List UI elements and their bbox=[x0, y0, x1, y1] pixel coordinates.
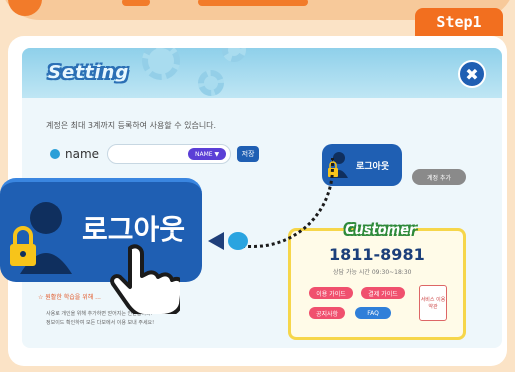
notice-button[interactable]: 공지사항 bbox=[309, 307, 345, 319]
name-input[interactable]: NAME ▼ bbox=[107, 144, 232, 164]
top-decor-bar bbox=[198, 0, 308, 6]
name-label: name bbox=[65, 147, 100, 161]
customer-title: Customer bbox=[345, 223, 416, 238]
gear-icon bbox=[198, 70, 224, 96]
name-chip[interactable]: NAME ▼ bbox=[188, 148, 227, 160]
add-account-button[interactable]: 계정 추가 bbox=[412, 169, 466, 185]
close-button[interactable]: ✖ bbox=[458, 60, 486, 88]
guide-button[interactable]: 이용 가이드 bbox=[309, 287, 353, 299]
radio-icon[interactable] bbox=[50, 149, 60, 159]
customer-box: Customer 1811-8981 상담 가능 시간 09:30~18:30 … bbox=[288, 223, 466, 340]
info-text-line: 정보이드 확인하여 모든 다보에서 이용 보내 주세요! bbox=[46, 320, 155, 326]
customer-phone: 1811-8981 bbox=[329, 245, 425, 264]
small-logout-button[interactable]: 로그아웃 bbox=[322, 144, 402, 186]
name-row: name NAME ▼ 저장 bbox=[50, 144, 260, 164]
character-icon bbox=[228, 232, 248, 250]
gear-icon bbox=[222, 48, 246, 62]
top-decor-bar bbox=[122, 0, 150, 6]
close-icon: ✖ bbox=[465, 64, 479, 84]
customer-hours: 상담 가능 시간 09:30~18:30 bbox=[333, 269, 412, 276]
faq-button[interactable]: FAQ bbox=[355, 307, 391, 319]
pointer-hand-icon bbox=[110, 244, 180, 314]
gear-icon bbox=[142, 48, 180, 80]
warning-text: ☆ 원활한 학습을 위해 ... bbox=[38, 294, 101, 301]
logout-label: 로그아웃 bbox=[82, 213, 186, 246]
small-logout-label: 로그아웃 bbox=[356, 161, 390, 172]
arrow-head-icon bbox=[208, 232, 224, 250]
dialog-title: Setting bbox=[48, 62, 130, 83]
payment-guide-button[interactable]: 결제 가이드 bbox=[361, 287, 405, 299]
user-lock-icon bbox=[10, 202, 72, 274]
step-badge: Step1 bbox=[415, 8, 503, 36]
account-description: 계정은 최대 3계까지 등록하여 사용할 수 있습니다. bbox=[46, 121, 217, 130]
dialog-header: Setting ✖ bbox=[22, 48, 502, 98]
terms-memo[interactable]: 서비스 이용 약관 bbox=[419, 285, 447, 321]
